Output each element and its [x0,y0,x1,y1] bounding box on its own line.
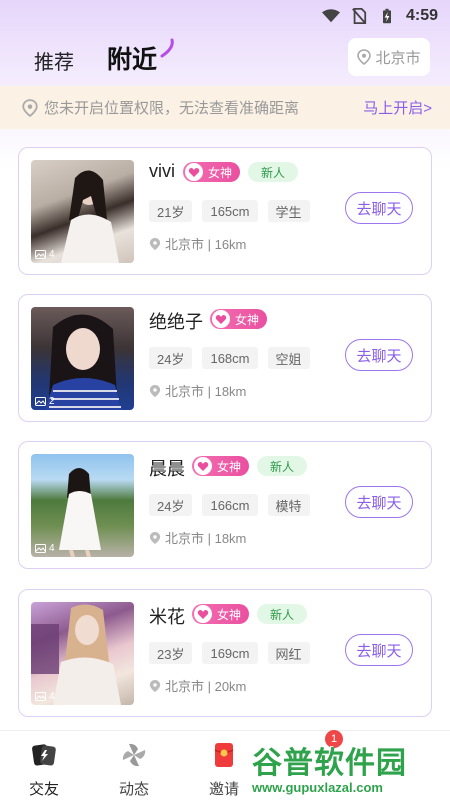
user-card[interactable]: 2 绝绝子 女神 24岁 168cm 空姐 北京市 | 18km 去聊天 [18,294,432,422]
height-tag: 169cm [202,642,258,664]
chat-button[interactable]: 去聊天 [345,486,413,518]
goddess-badge: 女神 [210,309,268,329]
height-tag: 166cm [202,494,258,516]
photo-count: 2 [35,396,55,407]
age-tag: 23岁 [149,642,193,664]
portrait-image [45,314,121,410]
user-photo[interactable]: 2 [31,307,134,410]
photo-icon [35,250,46,259]
active-tab-indicator [160,38,174,58]
user-location: 北京市 | 18km [149,528,246,547]
goddess-badge: 女神 [192,604,250,624]
heart-icon [212,310,230,328]
battery-charging-icon [382,8,391,24]
enable-location-link[interactable]: 马上开启> [363,97,432,118]
nav-item-friends[interactable]: 交友 [14,741,74,799]
user-location: 北京市 | 16km [149,234,246,253]
location-pin-icon [149,237,161,250]
goddess-badge: 女神 [192,456,250,476]
goddess-badge: 女神 [183,162,241,182]
user-location: 北京市 | 20km [149,676,246,695]
city-selector-button[interactable]: 北京市 [348,38,430,76]
age-tag: 24岁 [149,494,193,516]
location-pin-icon [149,384,161,397]
banner-message: 您未开启位置权限，无法查看准确距离 [44,100,300,117]
location-pin-icon [357,49,372,65]
age-tag: 21岁 [149,200,193,222]
location-pin-icon [149,531,161,544]
chat-button[interactable]: 去聊天 [345,192,413,224]
height-tag: 168cm [202,347,258,369]
nav-item-invite[interactable]: 邀请 [194,741,254,799]
location-permission-banner: 您未开启位置权限，无法查看准确距离 马上开启> [0,86,450,129]
user-tags: 24岁 166cm 模特 [149,494,310,516]
heart-icon [194,605,212,623]
photo-icon [35,692,46,701]
user-name: vivi [149,161,175,181]
invite-icon [214,743,234,767]
chat-button[interactable]: 去聊天 [345,339,413,371]
user-tags: 24岁 168cm 空姐 [149,347,310,369]
status-time: 4:59 [405,7,438,24]
location-pin-icon [22,98,38,117]
status-bar: 4:59 [0,0,450,32]
photo-count: 4 [35,249,55,260]
wifi-icon [321,9,340,23]
height-tag: 165cm [202,200,258,222]
occupation-tag: 空姐 [267,347,310,369]
friends-icon [32,744,56,766]
user-name: 绝绝子 [149,312,203,332]
user-tags: 21岁 165cm 学生 [149,200,310,222]
user-photo[interactable]: 4 [31,602,134,705]
no-sim-icon [352,8,367,24]
user-tags: 23岁 169cm 网红 [149,642,310,664]
user-location: 北京市 | 18km [149,381,246,400]
nav-item-moments[interactable]: 动态 [104,741,164,799]
occupation-tag: 学生 [267,200,310,222]
newbie-badge: 新人 [257,604,308,624]
occupation-tag: 模特 [267,494,310,516]
moments-icon [122,743,146,767]
heart-icon [185,163,203,181]
photo-count: 4 [35,691,55,702]
occupation-tag: 网红 [267,642,310,664]
watermark: 谷普软件园 www.gupuxlazal.com [252,747,407,795]
location-pin-icon [149,679,161,692]
user-card[interactable]: 4 米花 女神 新人 23岁 169cm 网红 北京市 | 20km 去聊天 [18,589,432,717]
user-name: 米花 [149,607,185,627]
user-card[interactable]: 4 vivi 女神 新人 21岁 165cm 学生 北京市 | 16km 去聊天 [18,147,432,275]
heart-icon [194,457,212,475]
tab-nearby[interactable]: 附近 [107,40,157,76]
city-label: 北京市 [375,49,421,67]
user-name: 晨晨 [149,459,185,479]
user-card[interactable]: 4 晨晨 女神 新人 24岁 166cm 模特 北京市 | 18km 去聊天 [18,441,432,569]
header: 推荐 附近 北京市 [0,38,450,82]
newbie-badge: 新人 [257,456,308,476]
photo-icon [35,397,46,406]
tab-recommend[interactable]: 推荐 [34,46,74,75]
chat-button[interactable]: 去聊天 [345,634,413,666]
portrait-image [61,170,119,263]
user-photo[interactable]: 4 [31,160,134,263]
portrait-image [59,468,101,557]
user-photo[interactable]: 4 [31,454,134,557]
photo-icon [35,544,46,553]
newbie-badge: 新人 [248,162,299,182]
photo-count: 4 [35,543,55,554]
age-tag: 24岁 [149,347,193,369]
portrait-image [31,604,121,705]
